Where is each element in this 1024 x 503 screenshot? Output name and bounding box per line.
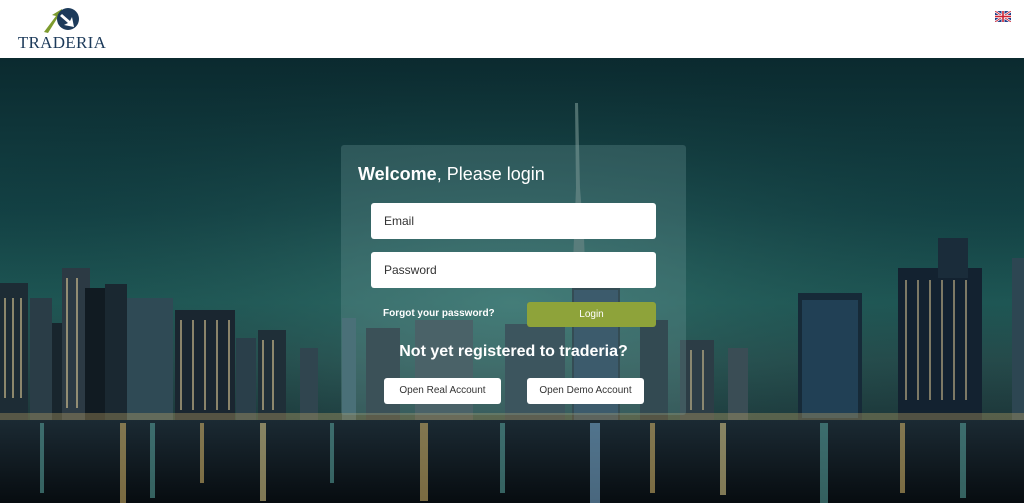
traderia-logo[interactable]: TRADERIA [14,6,110,52]
register-prompt: Not yet registered to traderia? [399,343,628,360]
top-header: TRADERIA [0,0,1024,58]
login-title: Welcome, Please login [358,164,545,185]
open-demo-account-button[interactable]: Open Demo Account [527,378,644,404]
forgot-password-link[interactable]: Forgot your password? [383,308,495,319]
login-button[interactable]: Login [527,302,656,327]
login-title-rest: , Please login [436,164,545,184]
open-real-account-button[interactable]: Open Real Account [384,378,501,404]
brand-name: TRADERIA [17,33,107,52]
uk-flag-icon[interactable] [995,11,1011,22]
traderia-arrows-logo-icon [44,8,79,33]
login-title-bold: Welcome [358,164,437,184]
email-field[interactable] [371,203,656,239]
password-field[interactable] [371,252,656,288]
